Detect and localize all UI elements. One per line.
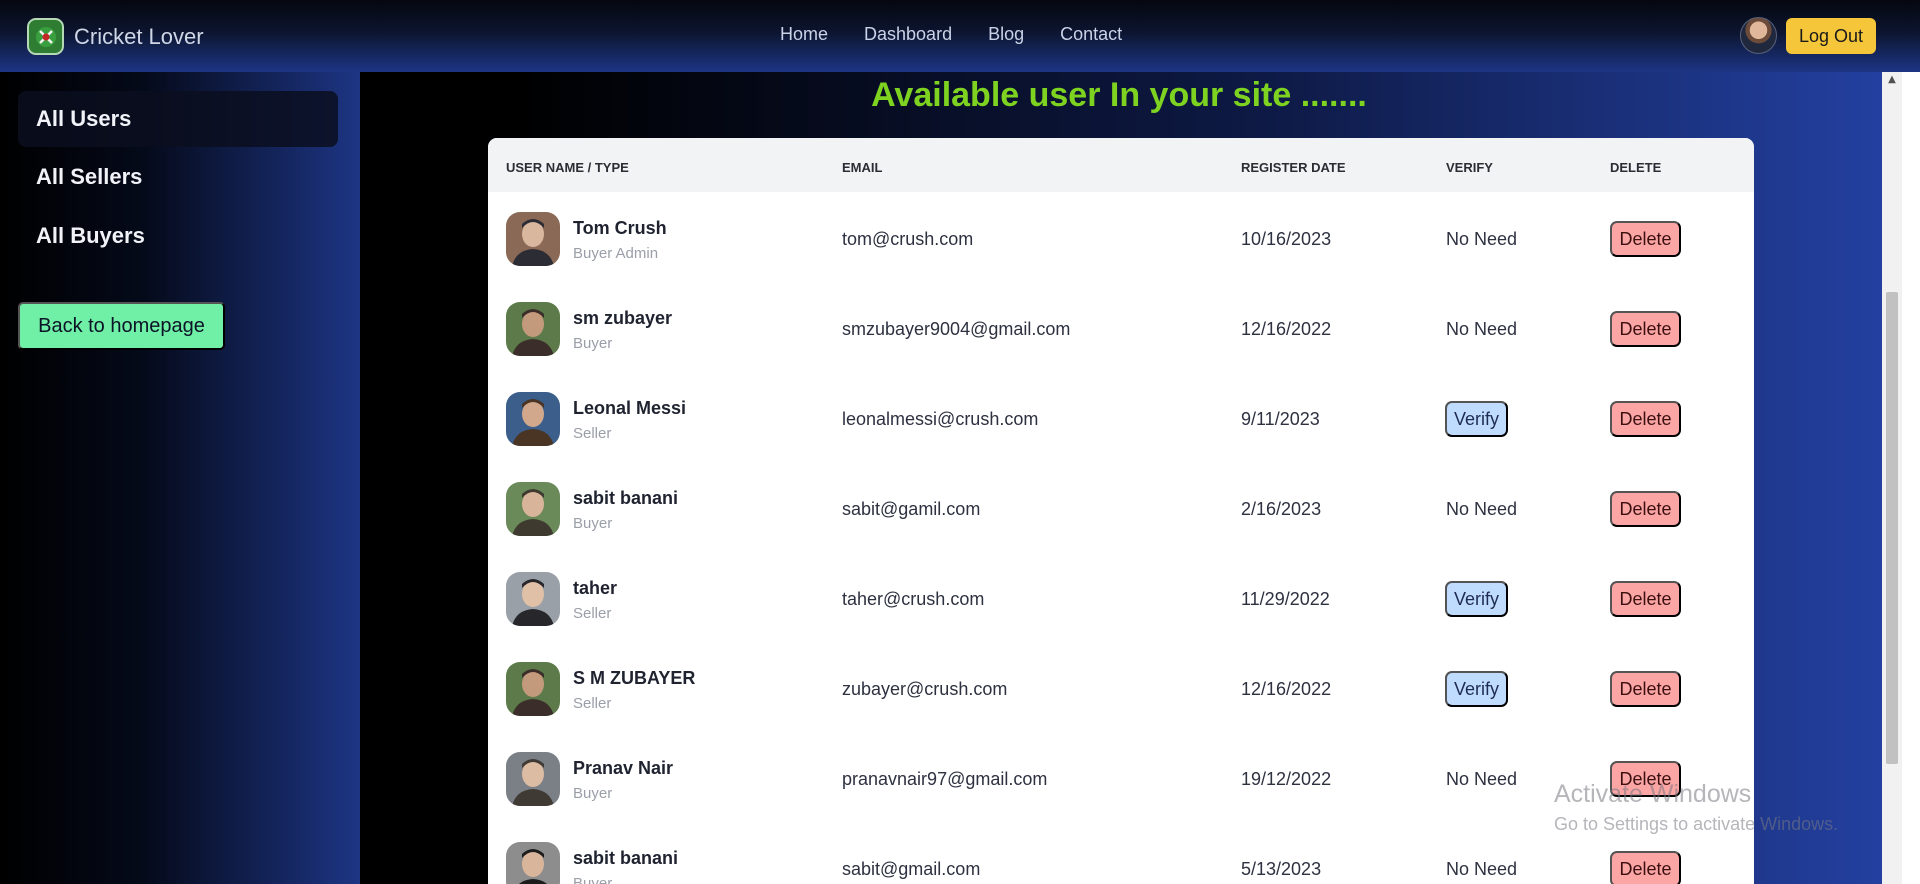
user-type: Buyer bbox=[573, 335, 613, 352]
delete-button[interactable]: Delete bbox=[1610, 671, 1681, 707]
scrollbar-thumb[interactable] bbox=[1886, 292, 1898, 764]
sidebar: All Users All Sellers All Buyers Back to… bbox=[0, 72, 360, 884]
user-email: tom@crush.com bbox=[842, 229, 974, 249]
register-date: 11/29/2022 bbox=[1241, 589, 1330, 609]
navbar: Cricket Lover Home Dashboard Blog Contac… bbox=[0, 0, 1920, 72]
table-row: Tom Crush Buyer Admin tom@crush.com 10/1… bbox=[488, 194, 1754, 284]
delete-button[interactable]: Delete bbox=[1610, 311, 1681, 347]
column-header-register-date: REGISTER DATE bbox=[1241, 160, 1346, 175]
user-name: S M ZUBAYER bbox=[573, 668, 696, 688]
delete-button[interactable]: Delete bbox=[1610, 851, 1681, 884]
user-avatar[interactable] bbox=[1740, 17, 1777, 54]
users-table: USER NAME / TYPE EMAIL REGISTER DATE VER… bbox=[488, 138, 1754, 884]
delete-button[interactable]: Delete bbox=[1610, 581, 1681, 617]
user-avatar-icon bbox=[506, 302, 560, 356]
table-header: USER NAME / TYPE EMAIL REGISTER DATE VER… bbox=[488, 138, 1754, 192]
register-date: 10/16/2023 bbox=[1241, 229, 1332, 249]
sidebar-item-all-buyers[interactable]: All Buyers bbox=[18, 208, 338, 264]
user-email: pranavnair97@gmail.com bbox=[842, 769, 1048, 789]
nav-links: Home Dashboard Blog Contact bbox=[780, 24, 1158, 45]
user-name: Tom Crush bbox=[573, 218, 667, 238]
user-email: leonalmessi@crush.com bbox=[842, 409, 1039, 429]
table-row: Leonal Messi Seller leonalmessi@crush.co… bbox=[488, 374, 1754, 464]
user-avatar-icon bbox=[506, 842, 560, 884]
user-name: sabit banani bbox=[573, 488, 679, 508]
register-date: 2/16/2023 bbox=[1241, 499, 1322, 519]
user-type: Seller bbox=[573, 695, 612, 712]
user-type: Buyer Admin bbox=[573, 245, 659, 262]
nav-link-home[interactable]: Home bbox=[780, 24, 828, 45]
table-row: sm zubayer Buyer smzubayer9004@gmail.com… bbox=[488, 284, 1754, 374]
verify-status: No Need bbox=[1446, 859, 1518, 879]
brand[interactable]: Cricket Lover bbox=[27, 18, 204, 55]
register-date: 5/13/2023 bbox=[1241, 859, 1322, 879]
user-type: Buyer bbox=[573, 785, 613, 802]
table-row: Pranav Nair Buyer pranavnair97@gmail.com… bbox=[488, 734, 1754, 824]
column-header-email: EMAIL bbox=[842, 160, 883, 175]
scrollbar[interactable]: ▲ bbox=[1882, 72, 1902, 884]
user-email: taher@crush.com bbox=[842, 589, 985, 609]
nav-link-contact[interactable]: Contact bbox=[1060, 24, 1122, 45]
register-date: 12/16/2022 bbox=[1241, 319, 1332, 339]
verify-status: No Need bbox=[1446, 769, 1518, 789]
user-avatar-icon bbox=[506, 482, 560, 536]
user-name: Pranav Nair bbox=[573, 758, 674, 778]
user-avatar-icon bbox=[506, 572, 560, 626]
brand-name: Cricket Lover bbox=[74, 23, 204, 49]
nav-link-blog[interactable]: Blog bbox=[988, 24, 1024, 45]
user-avatar-icon bbox=[506, 392, 560, 446]
cricket-logo-icon bbox=[27, 18, 64, 55]
delete-button[interactable]: Delete bbox=[1610, 491, 1681, 527]
window-edge bbox=[1902, 72, 1920, 884]
activate-windows-title: Activate Windows bbox=[1554, 780, 1752, 808]
user-type: Buyer bbox=[573, 875, 613, 884]
user-avatar-icon bbox=[506, 752, 560, 806]
user-name: taher bbox=[573, 578, 618, 598]
user-email: smzubayer9004@gmail.com bbox=[842, 319, 1071, 339]
register-date: 9/11/2023 bbox=[1241, 409, 1320, 429]
user-email: zubayer@crush.com bbox=[842, 679, 1008, 699]
sidebar-item-all-users[interactable]: All Users bbox=[18, 91, 338, 147]
activate-windows-subtitle: Go to Settings to activate Windows. bbox=[1554, 814, 1839, 834]
user-name: Leonal Messi bbox=[573, 398, 687, 418]
main-content: Available user In your site ....... USER… bbox=[360, 72, 1882, 884]
user-name: sabit banani bbox=[573, 848, 679, 868]
user-name: sm zubayer bbox=[573, 308, 673, 328]
column-header-username: USER NAME / TYPE bbox=[506, 160, 629, 175]
user-type: Seller bbox=[573, 605, 612, 622]
logout-button[interactable]: Log Out bbox=[1786, 18, 1876, 54]
verify-status: No Need bbox=[1446, 229, 1518, 249]
user-type: Seller bbox=[573, 425, 612, 442]
table-row: S M ZUBAYER Seller zubayer@crush.com 12/… bbox=[488, 644, 1754, 734]
verify-status: No Need bbox=[1446, 319, 1518, 339]
table-row: sabit banani Buyer sabit@gamil.com 2/16/… bbox=[488, 464, 1754, 554]
column-header-verify: VERIFY bbox=[1446, 160, 1493, 175]
delete-button[interactable]: Delete bbox=[1610, 401, 1681, 437]
user-type: Buyer bbox=[573, 515, 613, 532]
column-header-delete: DELETE bbox=[1610, 160, 1662, 175]
register-date: 19/12/2022 bbox=[1241, 769, 1332, 789]
user-avatar-icon bbox=[506, 212, 560, 266]
scroll-up-arrow-icon[interactable]: ▲ bbox=[1882, 74, 1902, 90]
nav-link-dashboard[interactable]: Dashboard bbox=[864, 24, 952, 45]
table-row: taher Seller taher@crush.com 11/29/2022 … bbox=[488, 554, 1754, 644]
verify-button[interactable]: Verify bbox=[1445, 671, 1508, 707]
verify-button[interactable]: Verify bbox=[1445, 581, 1508, 617]
user-email: sabit@gamil.com bbox=[842, 499, 981, 519]
user-email: sabit@gmail.com bbox=[842, 859, 981, 879]
delete-button[interactable]: Delete bbox=[1610, 221, 1681, 257]
user-avatar-icon bbox=[506, 662, 560, 716]
back-to-homepage-button[interactable]: Back to homepage bbox=[18, 302, 225, 350]
verify-status: No Need bbox=[1446, 499, 1518, 519]
sidebar-item-all-sellers[interactable]: All Sellers bbox=[18, 149, 338, 205]
register-date: 12/16/2022 bbox=[1241, 679, 1332, 699]
verify-button[interactable]: Verify bbox=[1445, 401, 1508, 437]
page-title: Available user In your site ....... bbox=[871, 76, 1367, 114]
